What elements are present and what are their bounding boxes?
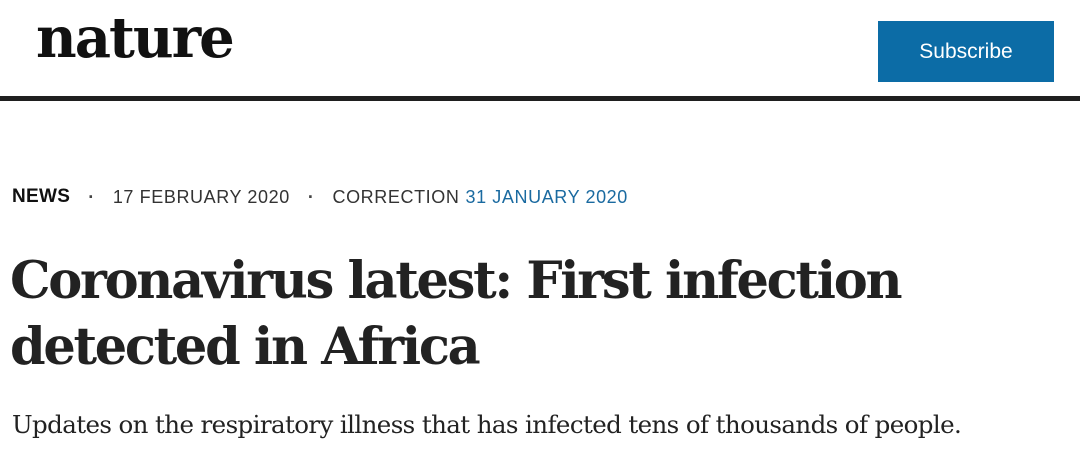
article-type[interactable]: NEWS — [12, 186, 70, 208]
header-divider — [0, 96, 1080, 101]
page: nature Subscribe NEWS · 17 FEBRUARY 2020… — [0, 0, 1080, 467]
article-standfirst: Updates on the respiratory illness that … — [12, 410, 962, 439]
nature-logo[interactable]: nature — [36, 5, 235, 71]
article-meta: NEWS · 17 FEBRUARY 2020 · CORRECTION 31 … — [12, 184, 628, 210]
article-title: Coronavirus latest: First infection dete… — [10, 248, 1070, 380]
correction-date-link[interactable]: 31 JANUARY 2020 — [465, 187, 627, 208]
article-title-line: Coronavirus latest: First infection — [10, 251, 903, 311]
subscribe-button[interactable]: Subscribe — [878, 21, 1054, 82]
correction-label: CORRECTION — [332, 186, 460, 207]
article-title-line: detected in Africa — [10, 317, 481, 377]
meta-separator: · — [88, 186, 95, 207]
published-date: 17 FEBRUARY 2020 — [112, 186, 290, 207]
meta-separator: · — [307, 186, 315, 207]
